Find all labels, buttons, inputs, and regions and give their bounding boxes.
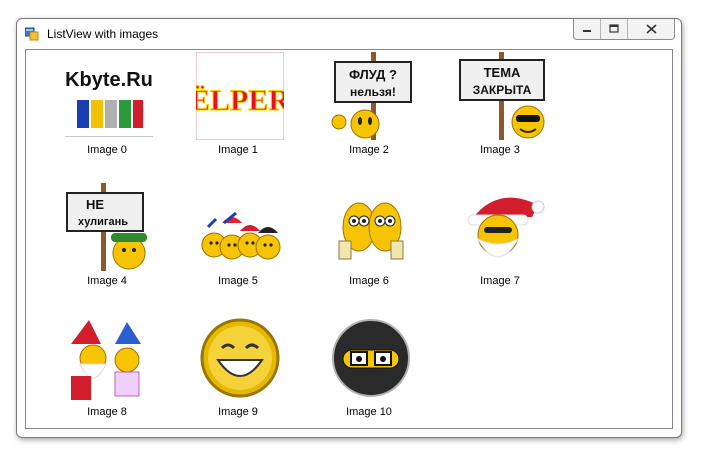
- list-item[interactable]: Image 8: [52, 314, 162, 434]
- ninja-smiley-image: [332, 319, 410, 397]
- svg-text:ФЛУД ?: ФЛУД ?: [349, 67, 397, 82]
- smiley-sign-topic-closed-image: ТЕМА ЗАКРЫТА: [459, 52, 545, 140]
- main-window: ListView with images Kbyte.Ru Image 0 ËL…: [16, 18, 682, 438]
- list-item[interactable]: Image 10: [314, 314, 424, 434]
- item-label: Image 2: [349, 144, 389, 156]
- santa-smiley-image: [467, 197, 545, 258]
- window-title: ListView with images: [47, 27, 159, 41]
- list-item[interactable]: Image 9: [183, 314, 293, 434]
- list-item[interactable]: ФЛУД ? нельзя! Image 2: [314, 52, 424, 172]
- santa-and-snow-maiden-image: [71, 320, 141, 400]
- laughing-smiley-image: [200, 318, 280, 398]
- item-label: Image 0: [87, 144, 127, 156]
- kbyte-ru-logo-image: Kbyte.Ru: [65, 52, 153, 140]
- list-item[interactable]: Kbyte.Ru Image 0: [52, 52, 162, 172]
- item-label: Image 3: [480, 144, 520, 156]
- caption-buttons: [573, 19, 675, 40]
- title-bar[interactable]: ListView with images: [17, 19, 681, 49]
- list-item[interactable]: Image 7: [445, 183, 555, 303]
- maximize-icon: [609, 24, 619, 33]
- item-label: Image 7: [480, 275, 520, 287]
- logo-text: ËLPER: [196, 84, 284, 117]
- item-label: Image 10: [346, 406, 392, 418]
- item-label: Image 6: [349, 275, 389, 287]
- winforms-app-icon: [25, 27, 39, 41]
- item-label: Image 9: [218, 406, 258, 418]
- list-item[interactable]: Image 5: [183, 183, 293, 303]
- list-item[interactable]: ËLPER Image 1: [183, 52, 293, 172]
- svg-text:нельзя!: нельзя!: [350, 85, 396, 99]
- item-label: Image 8: [87, 406, 127, 418]
- smiley-sign-flood-image: ФЛУД ? нельзя!: [331, 52, 412, 140]
- svg-text:ЗАКРЫТА: ЗАКРЫТА: [473, 83, 532, 97]
- close-button[interactable]: [628, 19, 674, 39]
- smiley-pair-beer-image: [338, 202, 404, 260]
- svg-text:ТЕМА: ТЕМА: [484, 65, 521, 80]
- smiley-group-image: [201, 211, 281, 260]
- svg-text:хулигань: хулигань: [78, 216, 128, 228]
- item-label: Image 1: [218, 144, 258, 156]
- minimize-button[interactable]: [574, 19, 601, 39]
- list-item[interactable]: НЕ хулигань Image 4: [52, 183, 162, 303]
- list-item[interactable]: Image 6: [314, 183, 424, 303]
- logo-text: Kbyte.Ru: [65, 69, 153, 91]
- maximize-button[interactable]: [601, 19, 628, 39]
- smiley-sign-no-hooligans-image: НЕ хулигань: [66, 183, 147, 271]
- svg-text:НЕ: НЕ: [86, 197, 104, 212]
- image-list-view[interactable]: Kbyte.Ru Image 0 ËLPER Image 1 ФЛУД ? не…: [25, 49, 673, 429]
- item-label: Image 5: [218, 275, 258, 287]
- item-label: Image 4: [87, 275, 127, 287]
- elper-logo-image: ËLPER: [196, 52, 284, 140]
- minimize-icon: [583, 30, 591, 32]
- close-icon: [645, 24, 657, 34]
- list-item[interactable]: ТЕМА ЗАКРЫТА Image 3: [445, 52, 555, 172]
